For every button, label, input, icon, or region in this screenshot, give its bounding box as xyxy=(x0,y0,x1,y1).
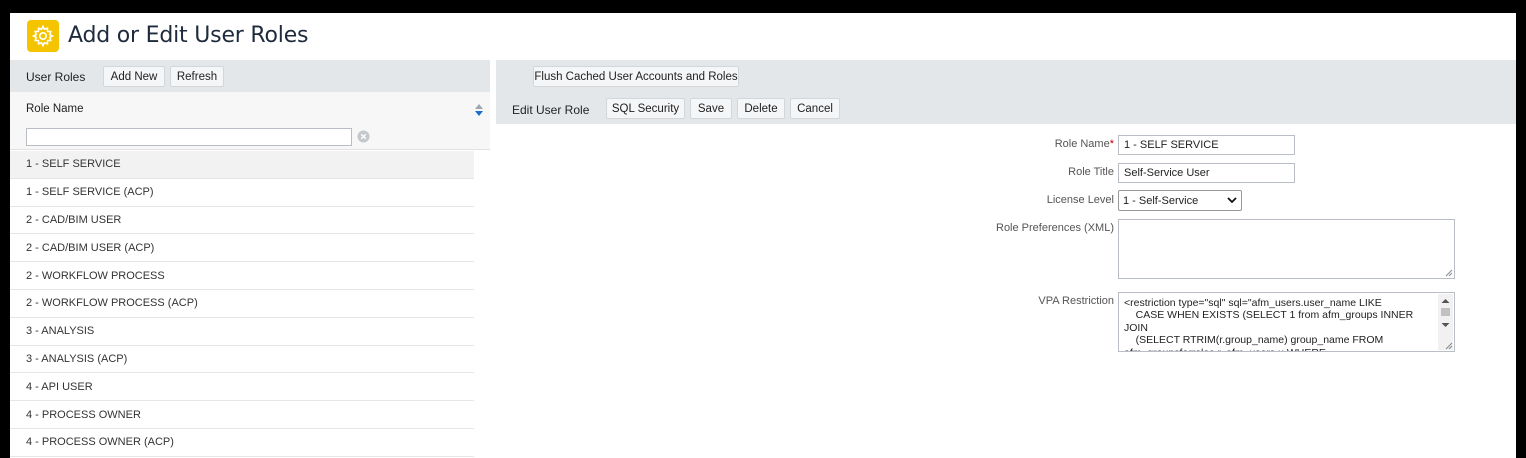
role-row[interactable]: 4 - PROCESS OWNER xyxy=(10,401,474,429)
role-row-label: 3 - ANALYSIS xyxy=(26,325,95,338)
app-window: Add or Edit User Roles User Roles Add Ne… xyxy=(10,13,1516,458)
sql-security-button[interactable]: SQL Security xyxy=(606,98,685,119)
cancel-button[interactable]: Cancel xyxy=(790,98,840,119)
scroll-down-icon[interactable] xyxy=(1438,320,1453,330)
role-row-label: 4 - PROCESS OWNER (ACP) xyxy=(26,436,174,449)
edit-user-role-panel: Flush Cached User Accounts and Roles Edi… xyxy=(496,60,1516,458)
vpa-restriction-label: VPA Restriction xyxy=(1038,295,1114,307)
role-row[interactable]: 1 - SELF SERVICE (ACP) xyxy=(10,178,474,207)
role-row[interactable]: 1 - SELF SERVICE xyxy=(10,151,474,179)
role-row[interactable]: 3 - ANALYSIS xyxy=(10,317,474,346)
user-roles-panel: User Roles Add New Refresh Role Name 1 -… xyxy=(10,60,490,458)
role-row[interactable]: 2 - CAD/BIM USER xyxy=(10,206,474,235)
role-row[interactable]: 2 - CAD/BIM USER (ACP) xyxy=(10,234,474,263)
edit-user-role-label: Edit User Role xyxy=(512,103,590,117)
role-name-field[interactable]: 1 - SELF SERVICE xyxy=(1118,135,1295,155)
role-row[interactable]: 2 - WORKFLOW PROCESS xyxy=(10,262,474,290)
role-row[interactable]: 4 - API USER xyxy=(10,373,474,402)
role-row-label: 1 - SELF SERVICE (ACP) xyxy=(26,186,154,199)
license-level-label: License Level xyxy=(1046,194,1114,206)
sort-icon[interactable] xyxy=(474,104,484,116)
license-level-select[interactable]: 1 - Self-Service xyxy=(1118,190,1242,211)
role-row-label: 3 - ANALYSIS (ACP) xyxy=(26,352,128,365)
clear-filter-icon[interactable] xyxy=(357,130,370,143)
scroll-up-icon[interactable] xyxy=(1438,296,1453,306)
save-button[interactable]: Save xyxy=(690,98,732,119)
role-row-label: 4 - PROCESS OWNER xyxy=(26,408,141,421)
role-list: 1 - SELF SERVICE 1 - SELF SERVICE (ACP) 2 … xyxy=(10,151,474,457)
role-title-label: Role Title xyxy=(1068,166,1114,178)
role-preferences-textarea[interactable] xyxy=(1118,219,1455,279)
add-new-button[interactable]: Add New xyxy=(103,66,165,87)
role-row-label: 2 - WORKFLOW PROCESS xyxy=(26,269,165,282)
refresh-button[interactable]: Refresh xyxy=(170,66,224,87)
role-row[interactable]: 4 - PROCESS OWNER (ACP) xyxy=(10,428,474,457)
license-level-value: 1 - Self-Service xyxy=(1123,194,1199,207)
chevron-down-icon xyxy=(1227,197,1237,204)
role-preferences-label: Role Preferences (XML) xyxy=(996,222,1114,234)
role-row-label: 2 - CAD/BIM USER (ACP) xyxy=(26,241,155,254)
role-row-label: 4 - API USER xyxy=(26,380,93,393)
role-name-label: Role Name* xyxy=(1054,138,1114,150)
resize-grip-icon[interactable] xyxy=(1444,341,1453,350)
role-name-filter-input[interactable] xyxy=(26,128,352,146)
role-row[interactable]: 3 - ANALYSIS (ACP) xyxy=(10,345,474,374)
page-title: Add or Edit User Roles xyxy=(68,23,309,48)
role-name-column-header: Role Name xyxy=(10,92,490,150)
required-marker: * xyxy=(1109,138,1114,150)
title-bar: Add or Edit User Roles xyxy=(10,13,1516,60)
edit-role-toolbar: Flush Cached User Accounts and Roles Edi… xyxy=(496,60,1516,124)
gear-icon xyxy=(27,20,59,52)
delete-button[interactable]: Delete xyxy=(737,98,785,119)
role-row-label: 2 - WORKFLOW PROCESS (ACP) xyxy=(26,297,198,310)
role-row[interactable]: 2 - WORKFLOW PROCESS (ACP) xyxy=(10,289,474,318)
role-row-label: 2 - CAD/BIM USER xyxy=(26,213,122,226)
flush-cached-button[interactable]: Flush Cached User Accounts and Roles xyxy=(533,66,739,87)
user-roles-toolbar: User Roles Add New Refresh xyxy=(10,60,490,92)
resize-grip-icon[interactable] xyxy=(1444,268,1453,277)
role-name-column-title[interactable]: Role Name xyxy=(26,103,84,115)
user-roles-label: User Roles xyxy=(26,70,86,84)
vpa-restriction-textarea[interactable]: <restriction type="sql" sql="afm_users.u… xyxy=(1118,292,1455,352)
role-title-field[interactable]: Self-Service User xyxy=(1118,163,1295,183)
role-row-label: 1 - SELF SERVICE xyxy=(26,158,121,171)
scroll-thumb[interactable] xyxy=(1441,308,1450,316)
vpa-restriction-text: <restriction type="sql" sql="afm_users.u… xyxy=(1124,297,1414,351)
